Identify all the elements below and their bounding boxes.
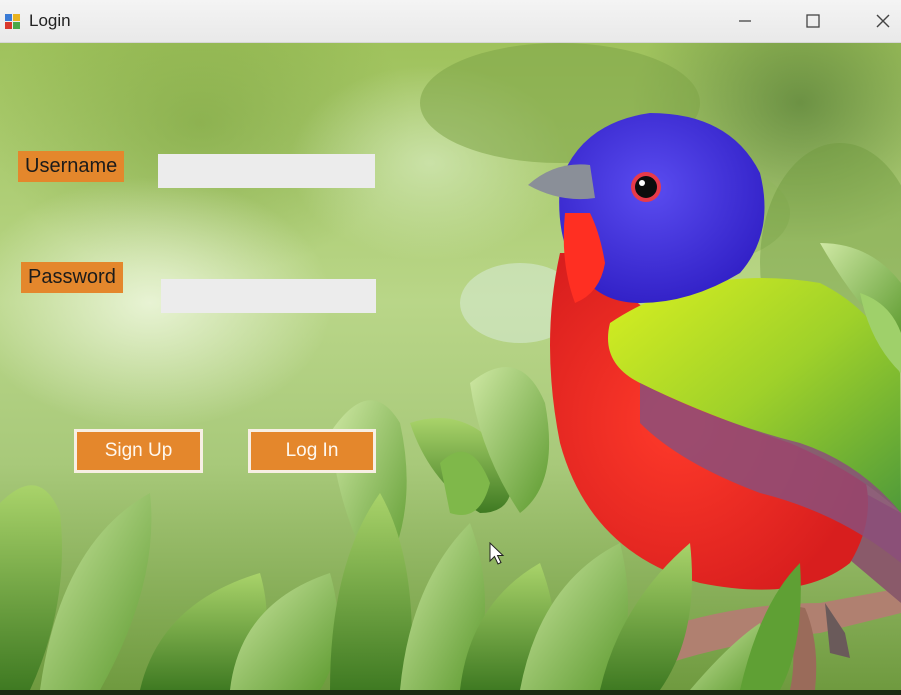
app-icon bbox=[5, 14, 20, 29]
login-window: Login Username Password Sign Up Log In bbox=[0, 0, 901, 690]
password-input[interactable] bbox=[161, 279, 376, 313]
title-bar[interactable]: Login bbox=[0, 0, 901, 43]
form-client-area: Username Password Sign Up Log In bbox=[0, 43, 901, 690]
username-input[interactable] bbox=[158, 154, 375, 188]
minimize-icon bbox=[739, 20, 751, 22]
mouse-pointer-icon bbox=[489, 542, 505, 565]
close-button[interactable] bbox=[860, 0, 901, 42]
password-label: Password bbox=[21, 262, 123, 293]
close-icon bbox=[876, 14, 890, 28]
maximize-button[interactable] bbox=[790, 0, 836, 42]
log-in-button[interactable]: Log In bbox=[248, 429, 376, 473]
sign-up-button[interactable]: Sign Up bbox=[74, 429, 203, 473]
maximize-icon bbox=[806, 14, 820, 28]
background-bird-image bbox=[0, 43, 901, 690]
username-label: Username bbox=[18, 151, 125, 182]
minimize-button[interactable] bbox=[722, 0, 768, 42]
window-title: Login bbox=[29, 11, 71, 30]
